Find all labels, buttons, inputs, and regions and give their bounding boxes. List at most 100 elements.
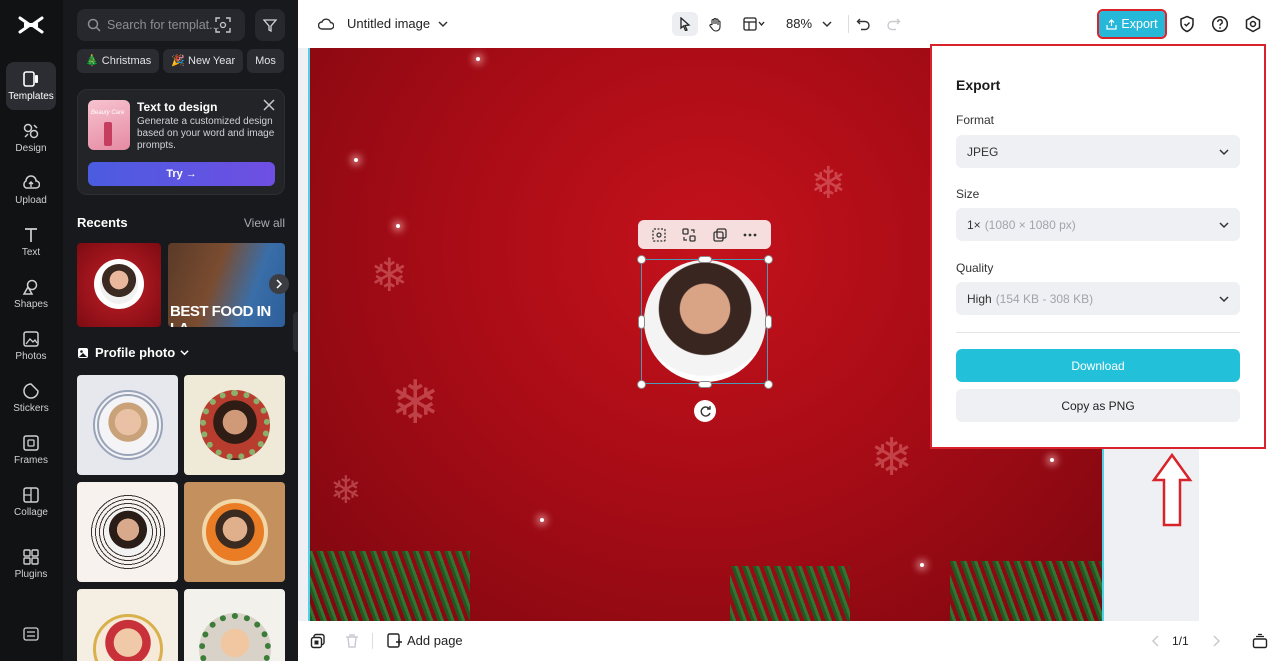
format-select[interactable]: JPEG [956,135,1240,168]
zoom-level[interactable]: 88% [786,16,812,31]
size-detail: (1080 × 1080 px) [984,217,1076,232]
rail-label: Text [21,246,41,258]
undo-icon[interactable] [856,16,871,31]
rail-item-photos[interactable]: Photos [6,322,56,370]
rail-item-stickers[interactable]: Stickers [6,374,56,422]
cursor-icon [680,17,691,31]
chip-more[interactable]: Mos [247,49,284,73]
close-icon[interactable] [262,98,276,112]
layout-button[interactable] [736,12,772,36]
replace-icon[interactable] [681,227,697,243]
upload-icon [1106,18,1118,30]
document-title[interactable]: Untitled image [347,16,430,31]
rail-item-collage[interactable]: Collage [6,478,56,526]
redo-icon[interactable] [886,16,901,31]
chevron-down-icon[interactable] [822,19,832,29]
trash-icon[interactable] [344,633,360,649]
rail-item-frames[interactable]: Frames [6,426,56,474]
chevron-down-icon[interactable] [438,19,448,29]
more-icon[interactable] [742,227,758,243]
template-thumbnail[interactable] [184,482,285,582]
rail-item-upload[interactable]: Upload [6,166,56,214]
arrow-up-annotation-icon [1151,452,1193,527]
help-icon[interactable] [1211,15,1229,33]
rail-item-design[interactable]: Design [6,114,56,162]
pages-panel-icon[interactable] [1252,633,1268,649]
shapes-icon [22,279,38,295]
quality-value: High [967,291,992,306]
add-page-label: Add page [407,633,463,648]
hand-tool-button[interactable] [702,12,728,36]
select-tool-button[interactable] [672,12,698,36]
resize-handle[interactable] [765,315,772,329]
divider [956,332,1240,333]
template-thumbnail[interactable] [77,375,178,475]
filter-button[interactable] [255,9,285,41]
quality-label: Quality [956,261,994,275]
resize-handle[interactable] [764,380,773,389]
shield-icon[interactable] [1178,15,1196,33]
design-icon [23,123,39,138]
rail-label: Collage [14,506,48,518]
quality-select[interactable]: High (154 KB - 308 KB) [956,282,1240,315]
rail-item-plugins[interactable]: Plugins [6,540,56,588]
rail-item-text[interactable]: Text [6,218,56,266]
resize-handle[interactable] [764,255,773,264]
search-input[interactable]: Search for templat... [77,9,245,41]
duplicate-page-icon[interactable] [310,633,326,649]
template-thumbnail[interactable] [184,589,285,661]
keyboard-icon[interactable] [23,627,39,641]
chevron-down-icon [1219,222,1229,229]
add-page-button[interactable]: Add page [387,633,463,648]
crop-icon[interactable] [651,227,667,243]
chip-new-year[interactable]: 🎉 New Year [163,49,244,73]
view-all-link[interactable]: View all [244,216,285,230]
try-button[interactable]: Try → [88,162,275,186]
rail-label: Templates [8,90,54,102]
chevron-down-icon [1219,296,1229,303]
chevron-left-icon[interactable] [1148,633,1164,649]
text-icon [25,227,37,242]
promo-thumb-text: Beauty Care [91,110,125,116]
copy-as-png-button[interactable]: Copy as PNG [956,389,1240,422]
size-value: 1× [967,217,981,232]
size-select[interactable]: 1× (1080 × 1080 px) [956,208,1240,241]
promo-description: Generate a customized design based on yo… [137,116,275,151]
template-thumbnail[interactable] [184,375,285,475]
rotate-icon [700,405,711,417]
rail-item-templates[interactable]: Templates [6,62,56,110]
resize-handle[interactable] [637,255,646,264]
snowflake-decoration: ❄ [370,248,409,302]
rail-item-shapes[interactable]: Shapes [6,270,56,318]
selection-box[interactable] [641,259,768,384]
export-button[interactable]: Export [1097,9,1167,39]
rotate-handle[interactable] [694,400,716,422]
template-thumbnail[interactable] [77,482,178,582]
resize-handle[interactable] [637,380,646,389]
top-toolbar: Untitled image 88% Export [298,0,1280,48]
export-panel: Export Format JPEG Size 1× (1080 × 1080 … [930,44,1266,449]
template-thumbnail[interactable] [77,589,178,661]
profile-photo-heading[interactable]: Profile photo [77,345,189,360]
chevron-right-icon[interactable] [1208,633,1224,649]
recent-design-food[interactable]: BEST FOOD IN LA [168,243,285,327]
resize-handle[interactable] [698,256,712,263]
layout-icon [743,17,765,31]
duplicate-icon[interactable] [712,227,728,243]
recent-design-christmas[interactable] [77,243,161,327]
format-value: JPEG [967,144,999,159]
resize-handle[interactable] [638,315,645,329]
rail-label: Stickers [13,402,49,414]
resize-handle[interactable] [698,381,712,388]
cloud-icon[interactable] [318,16,334,32]
rail-label: Upload [15,194,47,206]
download-button[interactable]: Download [956,349,1240,382]
rail-label: Photos [15,350,47,362]
capcut-logo-icon[interactable] [18,14,44,36]
settings-icon[interactable] [1244,15,1262,33]
stickers-icon [23,382,39,399]
recents-next-button[interactable] [269,274,289,294]
export-panel-title: Export [956,77,1001,93]
chip-christmas[interactable]: 🎄 Christmas [77,49,160,73]
image-search-icon[interactable] [215,17,231,33]
